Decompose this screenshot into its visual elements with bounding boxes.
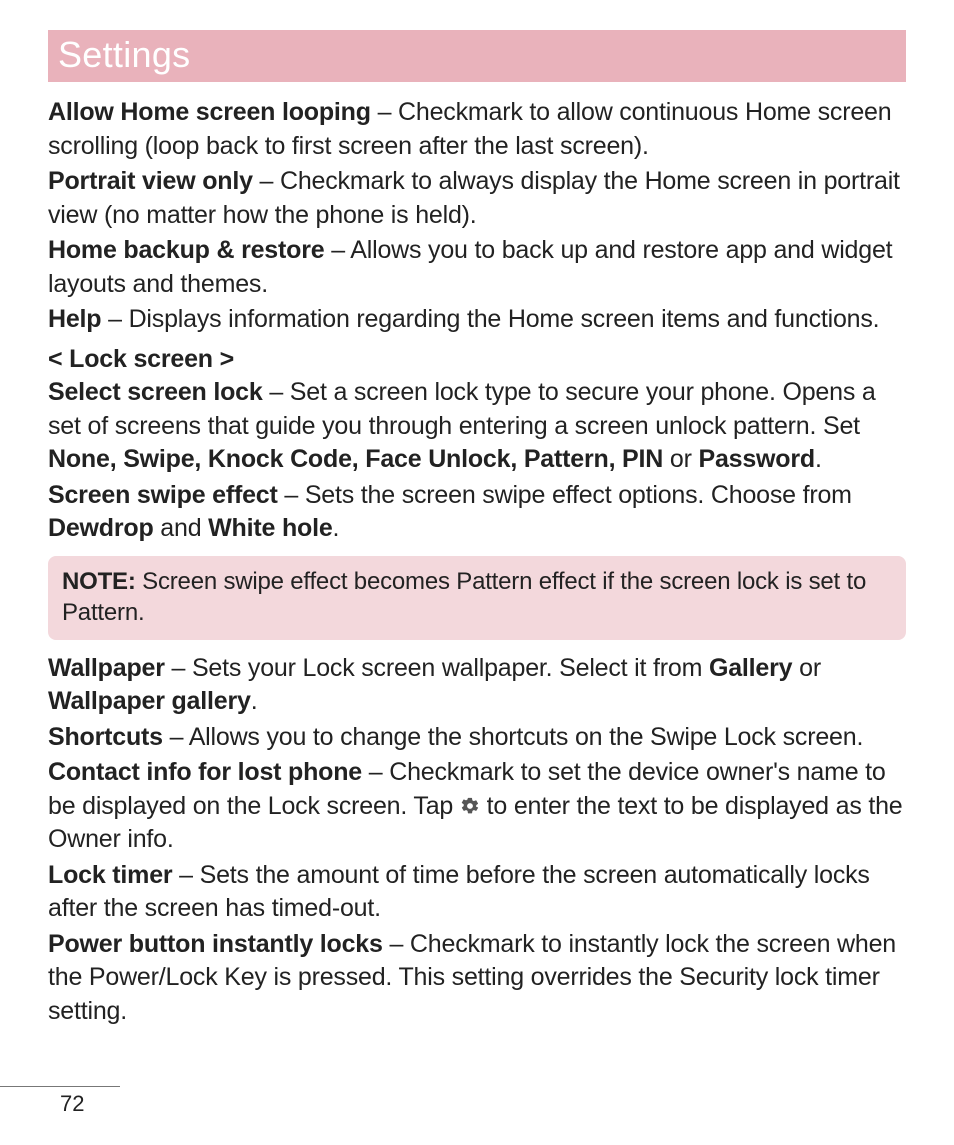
page-footer: 72 (0, 1086, 120, 1117)
setting-item: Screen swipe effect – Sets the screen sw… (48, 479, 906, 546)
setting-label: Select screen lock (48, 378, 263, 406)
setting-item: Wallpaper – Sets your Lock screen wallpa… (48, 652, 906, 719)
setting-label: Lock timer (48, 861, 172, 889)
setting-label: Power button instantly locks (48, 930, 383, 958)
setting-item: Home backup & restore – Allows you to ba… (48, 234, 906, 301)
setting-label: Portrait view only (48, 167, 253, 195)
setting-label: Wallpaper (48, 654, 165, 682)
page-title: Settings (48, 30, 906, 82)
setting-item: Power button instantly locks – Checkmark… (48, 928, 906, 1029)
setting-item: Shortcuts – Allows you to change the sho… (48, 721, 906, 755)
note-box: NOTE: Screen swipe effect becomes Patter… (48, 556, 906, 640)
note-text: Screen swipe effect becomes Pattern effe… (62, 568, 866, 626)
setting-item: Allow Home screen looping – Checkmark to… (48, 96, 906, 163)
setting-item: Portrait view only – Checkmark to always… (48, 165, 906, 232)
section-heading-lock-screen: < Lock screen > (48, 343, 906, 377)
setting-item: Contact info for lost phone – Checkmark … (48, 756, 906, 857)
document-page: Settings Allow Home screen looping – Che… (0, 0, 954, 1145)
setting-description: – Displays information regarding the Hom… (101, 305, 879, 333)
body-text: Allow Home screen looping – Checkmark to… (48, 96, 906, 1028)
setting-item: Help – Displays information regarding th… (48, 303, 906, 337)
note-label: NOTE: (62, 568, 136, 595)
setting-description: – Sets the amount of time before the scr… (48, 861, 870, 923)
setting-label: Screen swipe effect (48, 481, 278, 509)
setting-item: Select screen lock – Set a screen lock t… (48, 376, 906, 477)
setting-label: Home backup & restore (48, 236, 324, 264)
setting-label: Allow Home screen looping (48, 98, 371, 126)
gear-icon (460, 792, 480, 812)
page-number: 72 (0, 1091, 120, 1117)
footer-rule (0, 1086, 120, 1087)
setting-item: Lock timer – Sets the amount of time bef… (48, 859, 906, 926)
setting-label: Help (48, 305, 101, 333)
setting-label: Shortcuts (48, 723, 163, 751)
setting-label: Contact info for lost phone (48, 758, 362, 786)
setting-description: – Allows you to change the shortcuts on … (163, 723, 863, 751)
